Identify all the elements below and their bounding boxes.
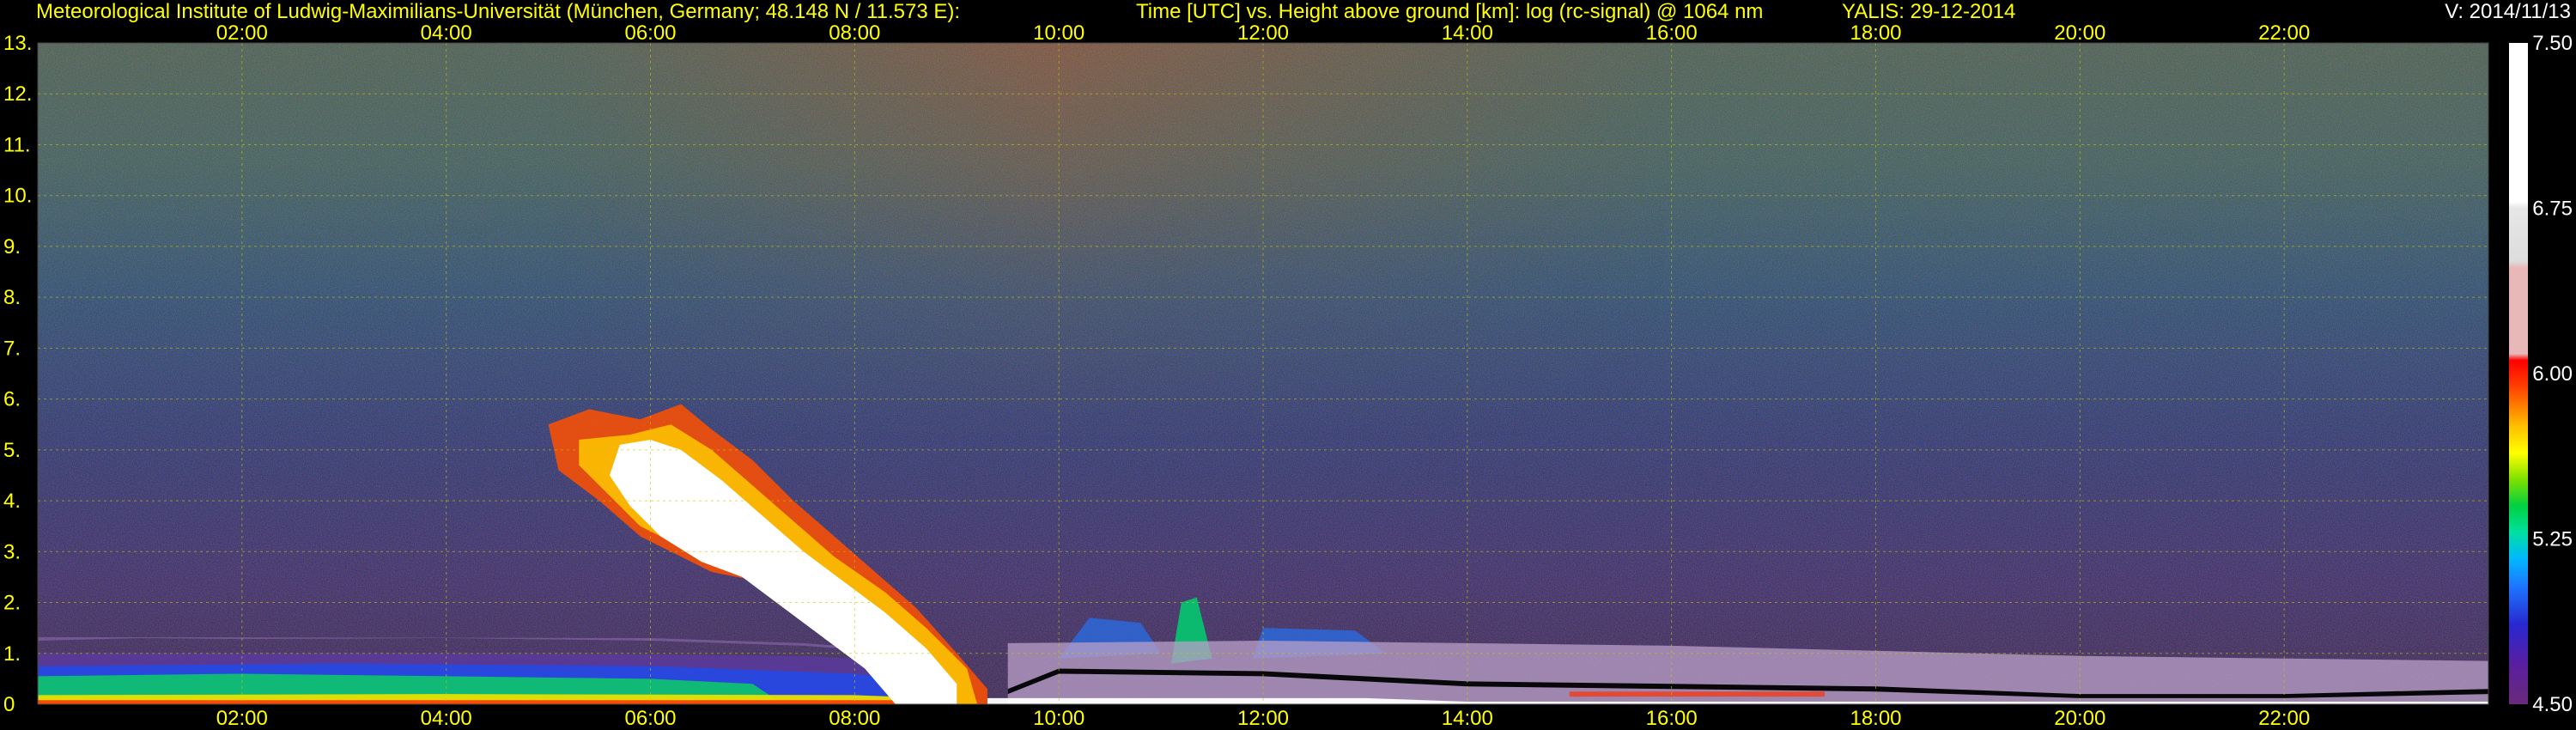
y-tick-label: 13. [3, 32, 32, 55]
colorbar-tick-label: 5.25 [2532, 528, 2573, 551]
lidar-quicklook-chart: 0 1. 2. 3. 4. 5. 6. 7. 8. 9. 10. 11. 12. 13. 02:00 04:… [3, 21, 2573, 730]
x-tick-label-bottom: 22:00 [2258, 707, 2310, 730]
x-tick-label-top: 10:00 [1033, 21, 1084, 45]
y-tick-label: 7. [3, 337, 21, 360]
surface-layer-red [38, 700, 957, 704]
colorbar-tick-label: 6.75 [2532, 198, 2573, 221]
y-tick-label: 5. [3, 439, 21, 462]
x-tick-label-top: 18:00 [1850, 21, 1901, 45]
x-tick-label-top: 06:00 [624, 21, 676, 45]
x-tick-label-bottom: 20:00 [2054, 707, 2105, 730]
y-tick-label: 2. [3, 592, 21, 615]
x-tick-label-bottom: 04:00 [421, 707, 472, 730]
colorbar-tick-label: 4.50 [2532, 693, 2573, 716]
x-tick-label-top: 04:00 [421, 21, 472, 45]
x-tick-label-bottom: 06:00 [624, 707, 676, 730]
y-tick-label: 11. [3, 133, 31, 156]
y-axis: 0 1. 2. 3. 4. 5. 6. 7. 8. 9. 10. 11. 12. 13. [3, 32, 32, 716]
colorbar: 4.50 5.25 6.00 6.75 7.50 [2509, 32, 2573, 716]
y-tick-label: 9. [3, 235, 21, 259]
x-tick-label-bottom: 08:00 [829, 707, 880, 730]
x-tick-label-top: 08:00 [829, 21, 880, 45]
x-tick-label-top: 12:00 [1237, 21, 1289, 45]
y-tick-label: 1. [3, 642, 21, 666]
x-tick-label-top: 20:00 [2054, 21, 2105, 45]
y-tick-label: 12. [3, 82, 32, 106]
y-tick-label: 8. [3, 286, 21, 309]
x-axis-top: 02:00 04:00 06:00 08:00 10:00 12:00 14:00 16:00… [216, 21, 2310, 45]
x-axis-bottom: 02:00 04:00 06:00 08:00 10:00 12:00 14:00 16:00… [216, 707, 2310, 730]
y-tick-label: 0 [3, 693, 15, 716]
x-tick-label-top: 16:00 [1646, 21, 1698, 45]
x-tick-label-bottom: 18:00 [1850, 707, 1901, 730]
x-tick-label-top: 02:00 [216, 21, 268, 45]
x-tick-label-bottom: 02:00 [216, 707, 268, 730]
colorbar-tick-label: 7.50 [2532, 32, 2573, 55]
x-tick-label-bottom: 10:00 [1033, 707, 1084, 730]
x-tick-label-bottom: 16:00 [1646, 707, 1698, 730]
colorbar-tick-label: 6.00 [2532, 362, 2573, 386]
y-tick-label: 3. [3, 540, 21, 563]
colorbar-scale [2509, 43, 2528, 704]
y-tick-label: 6. [3, 388, 21, 411]
x-tick-label-top: 22:00 [2258, 21, 2310, 45]
x-tick-label-bottom: 12:00 [1237, 707, 1289, 730]
y-tick-label: 10. [3, 185, 32, 208]
x-tick-label-bottom: 14:00 [1442, 707, 1493, 730]
x-tick-label-top: 14:00 [1442, 21, 1493, 45]
surface-red-patch [1569, 691, 1826, 697]
y-tick-label: 4. [3, 490, 21, 513]
